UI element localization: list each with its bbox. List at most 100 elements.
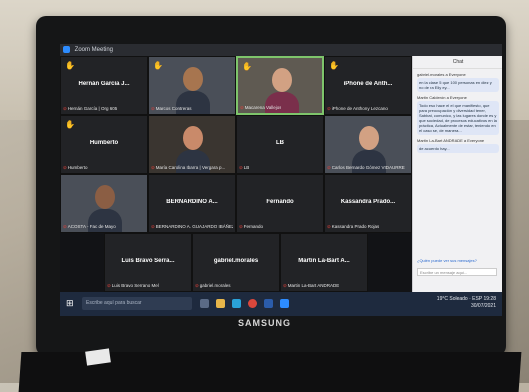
participant-tile[interactable]: Luis Bravo Serra... ⊘Luis Bravo Serrano M… <box>104 233 192 292</box>
mic-muted-icon: ⊘ <box>283 283 287 288</box>
mic-muted-icon: ⊘ <box>63 165 67 170</box>
windows-start-icon[interactable]: ⊞ <box>66 298 76 308</box>
chat-message-sender: Martin La-Bart ANDRADE a Everyone <box>417 138 485 143</box>
window-title: Zoom Meeting <box>74 47 114 53</box>
weather-label: 19°C Soleado <box>436 296 468 302</box>
participant-name: Martin La-Bart A... <box>298 257 350 264</box>
participant-tile[interactable]: ✋ Humberto ⊘Humberto <box>60 115 148 174</box>
participant-caption: ⊘Macarena Vallejos <box>240 105 281 111</box>
brand-logo: SAMSUNG <box>237 318 291 328</box>
participant-caption: ⊘ACOSTA - Fac de Mayo <box>63 224 116 230</box>
edge-icon[interactable] <box>232 299 241 308</box>
participant-caption: ⊘Hernán García | Org 605 <box>63 106 117 112</box>
participant-caption-text: Carlos Bernardo Gómez VIDAURRE <box>331 165 405 170</box>
participant-tile[interactable]: BERNARDINO A... ⊘BERNARDINO A. GUAJARDO I… <box>148 174 236 233</box>
participant-caption: ⊘Fernando <box>239 224 263 230</box>
participant-caption: ⊘Kassandra Prado Rojas <box>327 224 379 230</box>
participant-name: BERNARDINO A... <box>166 198 218 205</box>
chrome-icon[interactable] <box>248 299 257 308</box>
participant-caption-text: Marcos Contreras <box>155 106 192 111</box>
chat-visibility-label[interactable]: ¿Quién puede ver sus mensajes? <box>417 258 477 263</box>
participant-tile[interactable]: ⊘María Carolina Ibarra | Vergara p... <box>148 115 236 174</box>
language-label: ESP <box>472 296 483 302</box>
raise-hand-icon: ✋ <box>65 61 75 70</box>
participant-name: iPhone de Anth... <box>343 80 393 87</box>
mic-muted-icon: ⊘ <box>239 165 243 170</box>
participant-caption: ⊘gabriel.morales <box>195 283 231 289</box>
participant-tile[interactable]: Kassandra Prado... ⊘Kassandra Prado Rojas <box>324 174 412 233</box>
participant-caption: ⊘Marcos Contreras <box>151 106 192 112</box>
chat-message: gabriel.morales a Everyone en la clase 5… <box>417 72 499 92</box>
chat-panel: Chat gabriel.morales a Everyone en la cl… <box>412 56 502 292</box>
mic-muted-icon: ⊘ <box>327 165 331 170</box>
windows-taskbar: ⊞ Escribe aquí para buscar 19°C Soleado … <box>60 292 502 316</box>
word-icon[interactable] <box>264 299 273 308</box>
participant-tile[interactable]: ✋ ⊘Macarena Vallejos <box>236 56 324 115</box>
participant-caption-text: gabriel.morales <box>199 283 231 288</box>
chat-header: Chat <box>413 56 502 69</box>
mic-muted-icon: ⊘ <box>63 106 67 111</box>
participant-caption: ⊘iPhone de Anthony Lezcano <box>327 106 388 112</box>
chat-input[interactable]: Escribe un mensaje aquí... <box>417 268 497 276</box>
participant-tile[interactable]: ✋ ⊘Marcos Contreras <box>148 56 236 115</box>
participant-tile[interactable]: Martin La-Bart A... ⊘Martin La-Bart ANDRA… <box>280 233 368 292</box>
mic-muted-icon: ⊘ <box>240 105 244 110</box>
chat-message-text: de acuerdo hay... <box>417 144 499 153</box>
system-tray: 19°C Soleado · ESP 19:28 30/07/2021 <box>436 296 496 309</box>
participant-video <box>183 67 203 91</box>
participant-caption: ⊘Carlos Bernardo Gómez VIDAURRE <box>327 165 405 171</box>
participant-caption-text: LB <box>243 165 250 170</box>
participant-tile[interactable]: ✋ Hernán García J... ⊘Hernán García | Org … <box>60 56 148 115</box>
mic-muted-icon: ⊘ <box>327 106 331 111</box>
raise-hand-icon: ✋ <box>329 61 339 70</box>
mic-muted-icon: ⊘ <box>63 224 67 229</box>
participant-tile[interactable]: ⊘Carlos Bernardo Gómez VIDAURRE <box>324 115 412 174</box>
chat-message-text: Todo eso hace el el que manifiesto, que … <box>417 101 499 135</box>
participant-name: Luis Bravo Serra... <box>121 257 175 264</box>
mic-muted-icon: ⊘ <box>327 224 331 229</box>
zoom-taskbar-icon[interactable] <box>280 299 289 308</box>
participant-caption-text: Macarena Vallejos <box>244 105 282 110</box>
participant-name: gabriel.morales <box>213 257 259 264</box>
participant-name: Hernán García J... <box>78 80 130 87</box>
title-bar: Zoom Meeting <box>60 44 502 56</box>
participant-caption: ⊘María Carolina Ibarra | Vergara p... <box>151 165 225 171</box>
participant-caption-text: Martin La-Bart ANDRADE <box>287 283 340 288</box>
laptop-screen: Zoom Meeting ✋ Hernán García J... ⊘Hernán … <box>60 44 502 316</box>
participant-caption-text: ACOSTA - Fac de Mayo <box>67 224 116 229</box>
raise-hand-icon: ✋ <box>242 62 252 71</box>
participant-caption-text: Fernando <box>243 224 264 229</box>
task-view-icon[interactable] <box>200 299 209 308</box>
participant-name: Humberto <box>89 139 119 146</box>
video-gallery: ✋ Hernán García J... ⊘Hernán García | Org … <box>60 56 412 292</box>
participant-video <box>95 185 115 209</box>
participant-caption-text: Luis Bravo Serrano Mel <box>111 283 159 288</box>
mic-muted-icon: ⊘ <box>151 106 155 111</box>
participant-video <box>272 68 292 92</box>
participant-caption: ⊘Humberto <box>63 165 88 171</box>
participant-caption: ⊘LB <box>239 165 249 171</box>
participant-tile[interactable]: ✋ iPhone de Anth... ⊘iPhone de Anthony Lez… <box>324 56 412 115</box>
raise-hand-icon: ✋ <box>65 120 75 129</box>
taskbar-search-input[interactable]: Escribe aquí para buscar <box>82 297 192 310</box>
file-explorer-icon[interactable] <box>216 299 225 308</box>
mic-muted-icon: ⊘ <box>151 165 155 170</box>
mic-muted-icon: ⊘ <box>151 224 155 229</box>
clock-date: 30/07/2021 <box>470 303 496 309</box>
participant-caption-text: Humberto <box>67 165 88 170</box>
participant-tile[interactable]: Fernando ⊘Fernando <box>236 174 324 233</box>
participant-tile[interactable]: ⊘ACOSTA - Fac de Mayo <box>60 174 148 233</box>
chat-message: Martin Calderón a Everyone Todo eso hace… <box>417 95 499 135</box>
participant-tile[interactable]: LB ⊘LB <box>236 115 324 174</box>
participant-caption: ⊘BERNARDINO A. GUAJARDO IBÁÑEZ <box>151 224 233 230</box>
mic-muted-icon: ⊘ <box>107 283 111 288</box>
chat-message-text: en la clase 5 que 100 personas en diez y… <box>417 78 499 92</box>
mic-muted-icon: ⊘ <box>195 283 199 288</box>
participant-caption-text: María Carolina Ibarra | Vergara p... <box>155 165 226 170</box>
participant-tile[interactable]: gabriel.morales ⊘gabriel.morales <box>192 233 280 292</box>
participant-caption-text: BERNARDINO A. GUAJARDO IBÁÑEZ <box>155 224 233 229</box>
participant-caption-text: Kassandra Prado Rojas <box>331 224 380 229</box>
participant-name: Kassandra Prado... <box>340 198 396 205</box>
raise-hand-icon: ✋ <box>153 61 163 70</box>
chat-message-sender: Martin Calderón a Everyone <box>417 95 467 100</box>
